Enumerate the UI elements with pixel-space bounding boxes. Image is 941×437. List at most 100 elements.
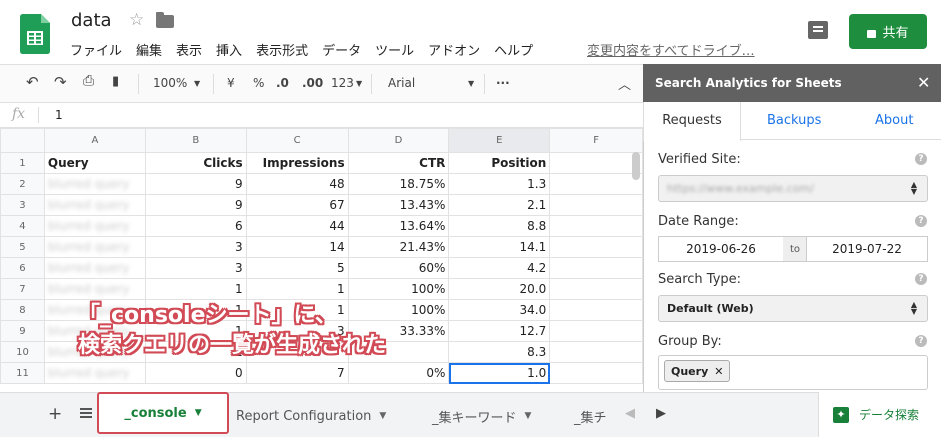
help-icon[interactable]: ? [915, 335, 927, 347]
menu-file[interactable]: ファイル [70, 40, 122, 59]
date-to-input[interactable]: 2019-07-22 [806, 236, 928, 262]
cell[interactable]: 4.2 [448, 257, 551, 279]
cell[interactable]: blurred query [43, 278, 146, 300]
redo-icon[interactable]: ↷ [54, 73, 67, 91]
cell[interactable]: Query [43, 152, 146, 174]
cell[interactable]: 14 [245, 236, 349, 258]
undo-icon[interactable]: ↶ [26, 73, 39, 91]
scroll-right-icon[interactable]: ▶ [656, 406, 666, 421]
row-header[interactable]: 3 [0, 194, 45, 216]
comment-icon[interactable] [808, 21, 828, 39]
tab-backups[interactable]: Backups [767, 113, 821, 128]
cell[interactable]: 44 [245, 215, 349, 237]
menu-format[interactable]: 表示形式 [256, 40, 308, 59]
cell[interactable] [549, 362, 643, 384]
group-by-chip[interactable]: Query ✕ [664, 360, 731, 382]
sheet-tab-truncated[interactable]: _集チ [562, 398, 614, 434]
sheet-tab-report-configuration[interactable]: Report Configuration ▼ [224, 398, 398, 434]
column-header[interactable]: D [347, 128, 450, 153]
row-header[interactable]: 7 [0, 278, 45, 300]
cell[interactable]: 6 [144, 215, 247, 237]
row-header[interactable]: 10 [0, 341, 45, 363]
help-icon[interactable]: ? [915, 273, 927, 285]
collapse-chevron-icon[interactable]: ︿ [618, 74, 631, 93]
cell[interactable]: Clicks [144, 152, 247, 174]
search-type-select[interactable]: Default (Web) ▲ ▼ [658, 295, 928, 322]
close-icon[interactable]: ✕ [917, 73, 930, 92]
cell[interactable]: CTR [347, 152, 450, 174]
cell[interactable] [549, 278, 643, 300]
cell[interactable] [549, 320, 643, 342]
cell[interactable]: blurred query [43, 236, 146, 258]
column-header[interactable]: C [245, 128, 349, 153]
row-header[interactable]: 2 [0, 173, 45, 195]
last-edit-link[interactable]: 変更内容をすべてドライブ… [587, 40, 755, 59]
cell[interactable]: blurred query [43, 362, 146, 384]
cell[interactable]: 8.3 [448, 341, 551, 363]
menu-addons[interactable]: アドオン [428, 40, 480, 59]
cell[interactable] [549, 152, 643, 174]
cell[interactable]: 1 [245, 278, 349, 300]
cell[interactable]: 3 [144, 257, 247, 279]
cell[interactable]: 0% [347, 362, 450, 384]
tab-about[interactable]: About [875, 113, 913, 128]
help-icon[interactable]: ? [915, 215, 927, 227]
cell[interactable]: 13.64% [347, 215, 450, 237]
more-formats-button[interactable]: 123 [331, 76, 354, 90]
explore-button[interactable]: ✦ データ探索 [818, 392, 941, 437]
cell[interactable]: 48 [245, 173, 349, 195]
cell[interactable] [549, 194, 643, 216]
all-sheets-menu-icon[interactable] [80, 408, 92, 418]
cell[interactable]: 9 [144, 173, 247, 195]
add-sheet-button[interactable]: + [48, 404, 62, 424]
row-header[interactable]: 1 [0, 152, 45, 174]
menu-view[interactable]: 表示 [176, 40, 202, 59]
cell[interactable]: 21.43% [347, 236, 450, 258]
more-options-button[interactable]: ... [496, 73, 510, 87]
column-header[interactable]: F [549, 128, 643, 153]
cell[interactable]: 3 [144, 236, 247, 258]
increase-decimal-button[interactable]: .00 [302, 76, 323, 90]
sheets-logo-icon[interactable] [20, 14, 50, 54]
cell[interactable]: 18.75% [347, 173, 450, 195]
help-icon[interactable]: ? [915, 153, 927, 165]
cell[interactable] [549, 173, 643, 195]
font-select[interactable]: Arial [388, 76, 415, 90]
cell[interactable]: blurred query [43, 257, 146, 279]
cell[interactable]: 13.43% [347, 194, 450, 216]
cell[interactable]: 20.0 [448, 278, 551, 300]
cell[interactable]: 100% [347, 278, 450, 300]
folder-icon[interactable] [156, 12, 174, 28]
cell[interactable]: blurred query [43, 215, 146, 237]
cell[interactable] [549, 236, 643, 258]
cell[interactable] [549, 257, 643, 279]
tab-requests[interactable]: Requests [643, 102, 741, 141]
row-header[interactable]: 4 [0, 215, 45, 237]
column-header[interactable]: A [43, 128, 146, 153]
chevron-down-icon[interactable]: ▼ [356, 79, 362, 88]
column-header[interactable]: E [448, 128, 551, 153]
cell[interactable]: 14.1 [448, 236, 551, 258]
cell[interactable]: 1.0 [448, 362, 551, 384]
row-header[interactable]: 8 [0, 299, 45, 321]
cell[interactable]: 8.8 [448, 215, 551, 237]
cell[interactable]: 67 [245, 194, 349, 216]
row-header[interactable]: 6 [0, 257, 45, 279]
corner-cell[interactable] [0, 128, 45, 153]
verified-site-select[interactable]: https://www.example.com/ ▲ ▼ [658, 175, 928, 202]
star-icon[interactable]: ☆ [129, 10, 144, 30]
menu-insert[interactable]: 挿入 [216, 40, 242, 59]
chevron-down-icon[interactable]: ▼ [194, 79, 200, 88]
cell[interactable]: 2.1 [448, 194, 551, 216]
print-icon[interactable]: ⎙ [83, 73, 94, 89]
cell[interactable]: blurred query [43, 194, 146, 216]
scroll-left-icon[interactable]: ◀ [625, 406, 635, 421]
cell[interactable]: 12.7 [448, 320, 551, 342]
share-button[interactable]: 共有 [849, 14, 927, 49]
cell[interactable]: 60% [347, 257, 450, 279]
cell[interactable]: 9 [144, 194, 247, 216]
remove-chip-icon[interactable]: ✕ [714, 365, 723, 378]
menu-tools[interactable]: ツール [375, 40, 414, 59]
document-title[interactable]: data [71, 10, 112, 31]
vertical-scrollbar[interactable] [632, 152, 640, 180]
